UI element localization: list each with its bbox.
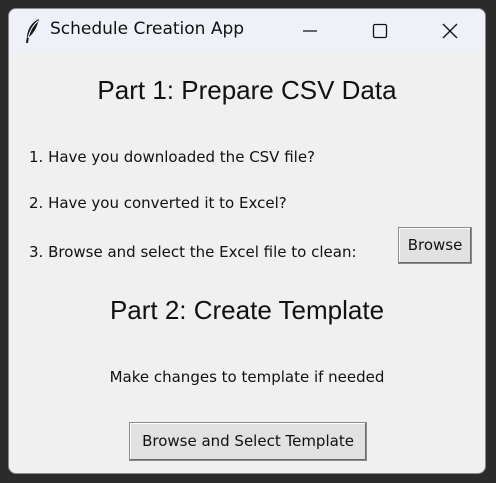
question-downloaded-csv: 1. Have you downloaded the CSV file? (29, 148, 316, 166)
feather-icon (23, 18, 43, 44)
template-note: Make changes to template if needed (109, 368, 385, 386)
part2-heading: Part 2: Create Template (109, 295, 385, 325)
content-area: Part 1: Prepare CSV Data 1. Have you dow… (9, 53, 485, 473)
browse-button[interactable]: Browse (398, 227, 472, 264)
part1-heading: Part 1: Prepare CSV Data (97, 75, 397, 105)
minimize-icon (303, 30, 317, 32)
question-converted-excel: 2. Have you converted it to Excel? (29, 194, 287, 212)
question-select-excel: 3. Browse and select the Excel file to c… (29, 243, 357, 261)
maximize-button[interactable] (345, 9, 415, 53)
browse-template-button[interactable]: Browse and Select Template (129, 422, 367, 461)
minimize-button[interactable] (275, 9, 345, 53)
window-title: Schedule Creation App (50, 19, 245, 39)
maximize-icon (372, 23, 388, 39)
app-window: Schedule Creation App Part 1: Prepare CS… (8, 8, 486, 474)
close-button[interactable] (415, 9, 485, 53)
close-icon (442, 23, 458, 39)
title-bar[interactable]: Schedule Creation App (9, 9, 485, 53)
